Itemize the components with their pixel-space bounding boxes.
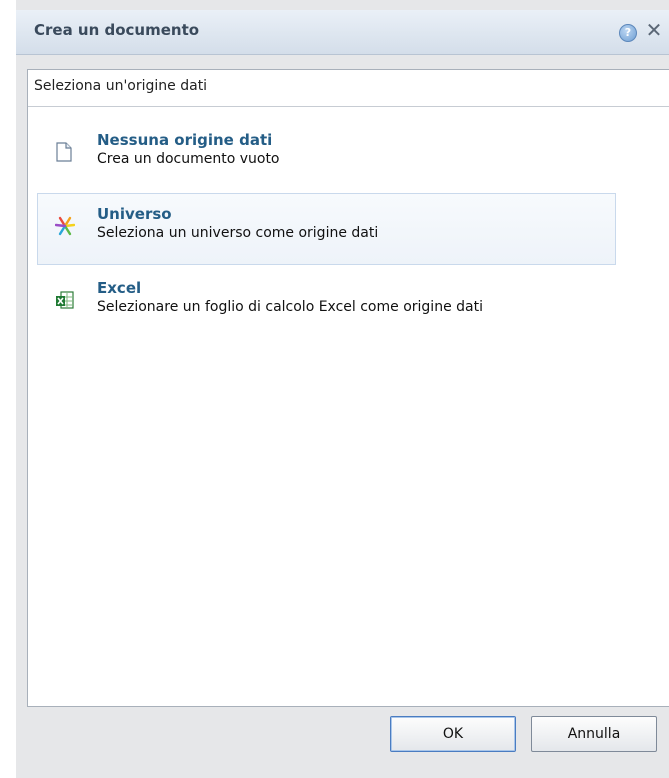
- option-excel[interactable]: Excel Selezionare un foglio di calcolo E…: [37, 267, 616, 339]
- option-description: Crea un documento vuoto: [97, 151, 280, 167]
- option-universe[interactable]: Universo Seleziona un universo come orig…: [37, 193, 616, 265]
- dialog-titlebar: Crea un documento ? ✕: [16, 10, 669, 55]
- ok-button[interactable]: OK: [390, 716, 516, 752]
- option-label: Nessuna origine dati: [97, 131, 273, 149]
- dialog-title: Crea un documento: [34, 21, 200, 39]
- option-label: Universo: [97, 205, 172, 223]
- option-no-data-source[interactable]: Nessuna origine dati Crea un documento v…: [37, 119, 616, 191]
- panel-title: Seleziona un'origine dati: [34, 78, 208, 94]
- close-icon[interactable]: ✕: [644, 19, 664, 41]
- help-icon[interactable]: ?: [619, 24, 637, 42]
- option-description: Seleziona un universo come origine dati: [97, 225, 379, 241]
- universe-icon: [54, 216, 76, 236]
- create-document-dialog: Crea un documento ? ✕ Seleziona un'origi…: [16, 0, 669, 778]
- option-label: Excel: [97, 279, 142, 297]
- excel-icon: [55, 290, 74, 310]
- cancel-button[interactable]: Annulla: [531, 716, 657, 752]
- data-source-panel: Seleziona un'origine dati Nessuna origin…: [27, 69, 669, 707]
- option-description: Selezionare un foglio di calcolo Excel c…: [97, 299, 483, 315]
- panel-header: Seleziona un'origine dati: [28, 70, 669, 107]
- blank-document-icon: [55, 142, 73, 162]
